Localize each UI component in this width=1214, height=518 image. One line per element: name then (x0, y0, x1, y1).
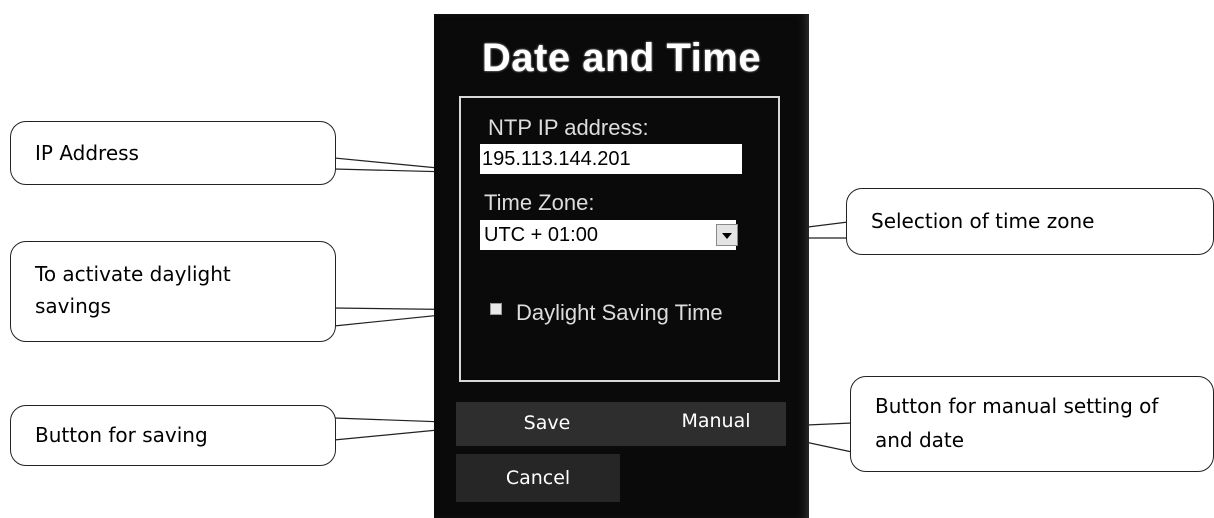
cancel-button[interactable]: Cancel (456, 467, 620, 489)
callout-saving: Button for saving (10, 405, 336, 466)
timezone-select[interactable]: UTC + 01:00 (480, 220, 738, 250)
chevron-down-icon[interactable] (716, 224, 738, 246)
date-time-panel: Date and Time NTP IP address: Time Zone:… (434, 14, 809, 518)
ntp-ip-input[interactable] (480, 144, 742, 174)
timezone-label: Time Zone: (484, 190, 595, 215)
dialog-title: Date and Time (481, 36, 762, 80)
cancel-button-container: Cancel (456, 454, 620, 502)
callout-timezone: Selection of time zone (846, 188, 1214, 255)
ntp-ip-label: NTP IP address: (488, 115, 649, 140)
save-button[interactable]: Save (502, 412, 592, 434)
button-row: Save Manual (456, 402, 786, 446)
daylight-saving-label: Daylight Saving Time (516, 300, 723, 325)
manual-button[interactable]: Manual (666, 410, 766, 432)
callout-daylight: To activate daylight savings (10, 241, 336, 342)
timezone-selected-value: UTC + 01:00 (484, 224, 598, 246)
callout-manual: Button for manual setting of and date (850, 376, 1214, 472)
callout-ip-address: IP Address (10, 121, 336, 185)
